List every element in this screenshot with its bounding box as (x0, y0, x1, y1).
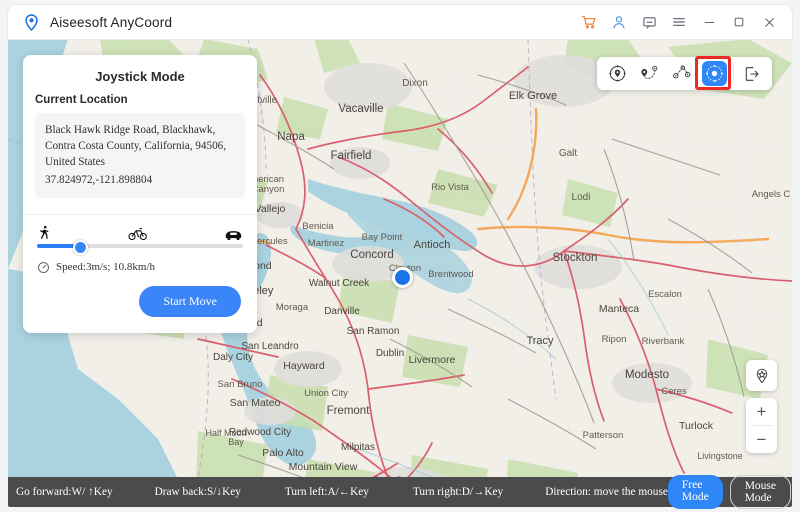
panel-title: Joystick Mode (95, 69, 185, 84)
map-label: Bay Point (362, 232, 403, 243)
map-label: Concord (350, 249, 393, 261)
map-label: Antioch (414, 239, 451, 251)
speed-value-text: Speed:3m/s; 10.8km/h (56, 261, 155, 274)
map-label: San Bruno (218, 379, 263, 390)
title-bar: Aiseesoft AnyCoord (8, 5, 792, 39)
map-label: Rio Vista (431, 182, 470, 193)
map-label: Mountain View (289, 461, 358, 473)
location-address: Black Hawk Ridge Road, Blackhawk, Contra… (45, 124, 227, 169)
map-label: Benicia (302, 221, 334, 232)
joystick-mode-button[interactable] (695, 56, 731, 90)
car-icon (224, 228, 243, 241)
map-label: Walnut Creek (309, 278, 370, 289)
free-mode-button[interactable]: Free Mode (667, 475, 723, 509)
map-label: Turlock (679, 420, 714, 432)
route-mode-button[interactable] (665, 60, 697, 87)
map-label: Livermore (409, 354, 456, 366)
hint-draw-back: Draw back:S/↓Key (154, 486, 241, 498)
map-label: Escalon (648, 289, 682, 300)
joystick-panel: Joystick Mode Current Location Black Haw… (23, 55, 257, 333)
hint-turn-right: Turn right:D/→Key (412, 486, 504, 498)
map-label: Dixon (402, 78, 428, 89)
map-label: Livingstone (697, 451, 743, 461)
feedback-icon[interactable] (636, 9, 662, 35)
map-label: Brentwood (428, 269, 473, 280)
app-title: Aiseesoft AnyCoord (50, 14, 173, 30)
cart-icon[interactable] (576, 9, 602, 35)
map-label: Napa (277, 131, 305, 143)
map-label: Milpitas (341, 442, 375, 453)
joystick-mode-active-icon (701, 61, 727, 86)
current-location-marker[interactable] (392, 267, 413, 288)
speed-slider-row (23, 240, 257, 256)
map-label: Manteca (599, 303, 639, 315)
panel-action-row: Start Move (23, 274, 257, 333)
map-label: Ripon (602, 334, 627, 345)
map-label: Tracy (526, 335, 554, 347)
app-brand: Aiseesoft AnyCoord (22, 13, 172, 32)
multi-stop-mode-button[interactable] (633, 60, 665, 87)
map-label: Martinez (308, 238, 345, 249)
movement-mode-pills: Free Mode Mouse Mode (667, 475, 791, 509)
zoom-in-button[interactable]: + (746, 398, 777, 425)
map-label: Lodi (572, 192, 591, 203)
favorite-pin-icon[interactable] (746, 360, 777, 391)
map-label: Hayward (283, 360, 325, 372)
toolbar-separator (733, 64, 734, 83)
map-label: Fairfield (331, 150, 372, 162)
map-label: Modesto (625, 369, 669, 381)
speed-mode-icons (23, 215, 257, 244)
map-label: Fremont (327, 405, 371, 417)
close-icon[interactable] (756, 9, 782, 35)
map-label: Stockton (553, 252, 598, 264)
menu-icon[interactable] (666, 9, 692, 35)
speedometer-icon (37, 261, 50, 274)
map-label: Elk Grove (509, 90, 557, 102)
map-label: San Leandro (241, 341, 299, 352)
map-label: Patterson (583, 430, 624, 441)
map-label: Danville (324, 306, 360, 317)
map-label: Moraga (276, 302, 309, 313)
location-info-box: Black Hawk Ridge Road, Blackhawk, Contra… (35, 113, 245, 198)
hint-turn-left: Turn left:A/←Key (284, 486, 369, 498)
hint-go-forward: Go forward:W/ ↑Key (16, 486, 113, 498)
one-stop-mode-button[interactable] (601, 60, 633, 87)
map-label: Ceres (661, 386, 687, 397)
window-controls (576, 9, 782, 35)
mode-toolbar (597, 56, 772, 90)
map-label: Palo Alto (262, 447, 304, 459)
map-label: Dublin (376, 348, 404, 359)
map-label: Vallejo (255, 203, 286, 215)
speed-slider[interactable] (37, 240, 243, 256)
map-label: Union City (304, 388, 348, 399)
maximize-icon[interactable] (726, 9, 752, 35)
map-label: San Mateo (230, 397, 281, 409)
anycoord-window: Santa RosaYountvilleDixonElk GroveVacavi… (0, 0, 800, 512)
map-label: San Ramon (347, 326, 400, 337)
exit-icon[interactable] (736, 60, 768, 87)
start-move-button[interactable]: Start Move (139, 285, 241, 317)
map-label: Vacaville (338, 103, 383, 115)
map-label: Daly City (213, 352, 253, 363)
bicycle-icon (128, 226, 148, 241)
zoom-out-button[interactable]: − (746, 426, 777, 453)
minimize-icon[interactable] (696, 9, 722, 35)
walk-icon (37, 224, 52, 241)
hint-direction: Direction: move the mouse (545, 486, 668, 498)
map-label: Galt (559, 148, 578, 159)
mouse-mode-button[interactable]: Mouse Mode (729, 475, 791, 509)
zoom-controls: + − (746, 398, 777, 453)
speed-readout: Speed:3m/s; 10.8km/h (23, 248, 257, 274)
map-label: Angels C (752, 189, 791, 200)
account-icon[interactable] (606, 9, 632, 35)
current-location-label: Current Location (35, 94, 128, 106)
map-label: Riverbank (642, 336, 685, 347)
location-pin-icon (22, 13, 41, 32)
key-hint-bar: Go forward:W/ ↑Key Draw back:S/↓Key Turn… (8, 475, 792, 509)
location-coordinates: 37.824972,-121.898804 (45, 173, 153, 186)
map-label: Bay (228, 437, 244, 447)
